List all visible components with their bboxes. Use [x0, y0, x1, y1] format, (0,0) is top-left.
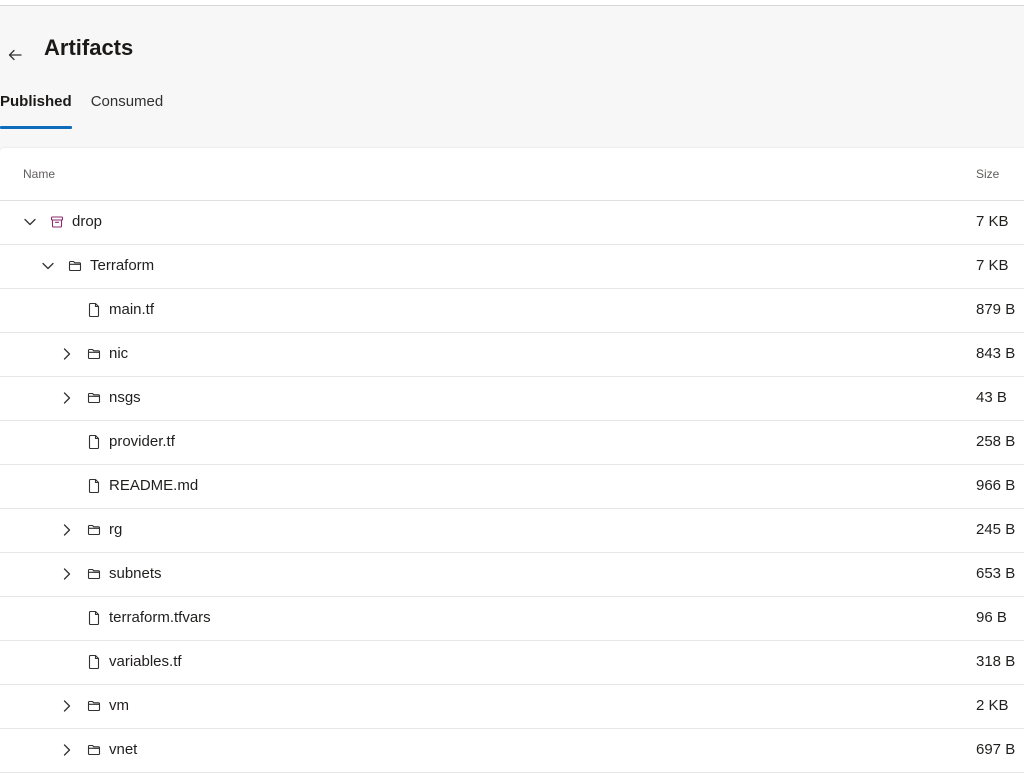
- item-size: 258 B: [976, 433, 1016, 450]
- item-name[interactable]: nic: [109, 345, 128, 362]
- item-name[interactable]: main.tf: [109, 301, 154, 318]
- item-size: 318 B: [976, 653, 1016, 670]
- column-header-size[interactable]: Size: [976, 167, 999, 181]
- file-icon: [86, 478, 102, 494]
- item-size: 697 B: [976, 741, 1016, 758]
- table-row[interactable]: subnets 653 B: [0, 553, 1024, 597]
- item-size: 843 B: [976, 345, 1016, 362]
- item-name[interactable]: README.md: [109, 477, 198, 494]
- item-size: 7 KB: [976, 213, 1009, 230]
- file-icon: [86, 302, 102, 318]
- table-row[interactable]: variables.tf 318 B: [0, 641, 1024, 685]
- table-row[interactable]: drop 7 KB: [0, 201, 1024, 245]
- item-name[interactable]: provider.tf: [109, 433, 175, 450]
- item-size: 2 KB: [976, 697, 1009, 714]
- item-size: 7 KB: [976, 257, 1009, 274]
- chevron-right-icon[interactable]: [60, 743, 74, 757]
- folder-icon: [67, 258, 83, 274]
- table-row[interactable]: vm 2 KB: [0, 685, 1024, 729]
- table-body: drop 7 KB Terraform 7 KB main.tf 879 B nic 843 …: [0, 201, 1024, 773]
- arrow-left-icon: [8, 49, 22, 61]
- item-name[interactable]: variables.tf: [109, 653, 182, 670]
- file-icon: [86, 610, 102, 626]
- item-size: 43 B: [976, 389, 1007, 406]
- table-row[interactable]: vnet 697 B: [0, 729, 1024, 773]
- table-row[interactable]: README.md 966 B: [0, 465, 1024, 509]
- item-size: 653 B: [976, 565, 1016, 582]
- chevron-right-icon[interactable]: [60, 391, 74, 405]
- table-row[interactable]: rg 245 B: [0, 509, 1024, 553]
- item-size: 879 B: [976, 301, 1016, 318]
- item-size: 96 B: [976, 609, 1007, 626]
- artifacts-table: Name Size drop 7 KB Terraform 7 KB main.tf 87…: [0, 148, 1024, 773]
- folder-icon: [86, 346, 102, 362]
- item-name[interactable]: vm: [109, 697, 129, 714]
- item-size: 245 B: [976, 521, 1016, 538]
- table-row[interactable]: provider.tf 258 B: [0, 421, 1024, 465]
- chevron-down-icon[interactable]: [23, 215, 37, 229]
- folder-icon: [86, 522, 102, 538]
- item-name[interactable]: subnets: [109, 565, 162, 582]
- table-row[interactable]: nsgs 43 B: [0, 377, 1024, 421]
- chevron-right-icon[interactable]: [60, 567, 74, 581]
- item-name[interactable]: drop: [72, 213, 102, 230]
- column-header-name[interactable]: Name: [23, 167, 55, 181]
- folder-icon: [86, 566, 102, 582]
- table-row[interactable]: Terraform 7 KB: [0, 245, 1024, 289]
- chevron-right-icon[interactable]: [60, 523, 74, 537]
- page-title: Artifacts: [44, 35, 134, 60]
- folder-icon: [86, 390, 102, 406]
- table-row[interactable]: nic 843 B: [0, 333, 1024, 377]
- item-size: 966 B: [976, 477, 1016, 494]
- item-name[interactable]: Terraform: [90, 257, 154, 274]
- artifact-box-icon: [49, 214, 65, 230]
- item-name[interactable]: terraform.tfvars: [109, 609, 211, 626]
- chevron-right-icon[interactable]: [60, 347, 74, 361]
- folder-icon: [86, 698, 102, 714]
- file-icon: [86, 654, 102, 670]
- tab-published[interactable]: Published: [0, 90, 72, 129]
- table-row[interactable]: terraform.tfvars 96 B: [0, 597, 1024, 641]
- folder-icon: [86, 742, 102, 758]
- tab-consumed[interactable]: Consumed: [91, 90, 164, 127]
- tab-list: Published Consumed: [0, 90, 182, 130]
- table-row[interactable]: main.tf 879 B: [0, 289, 1024, 333]
- item-name[interactable]: vnet: [109, 741, 137, 758]
- back-button[interactable]: [4, 44, 26, 66]
- item-name[interactable]: nsgs: [109, 389, 141, 406]
- chevron-right-icon[interactable]: [60, 699, 74, 713]
- file-icon: [86, 434, 102, 450]
- page-header: Artifacts Published Consumed: [0, 6, 1024, 148]
- item-name[interactable]: rg: [109, 521, 122, 538]
- table-header: Name Size: [0, 148, 1024, 201]
- chevron-down-icon[interactable]: [41, 259, 55, 273]
